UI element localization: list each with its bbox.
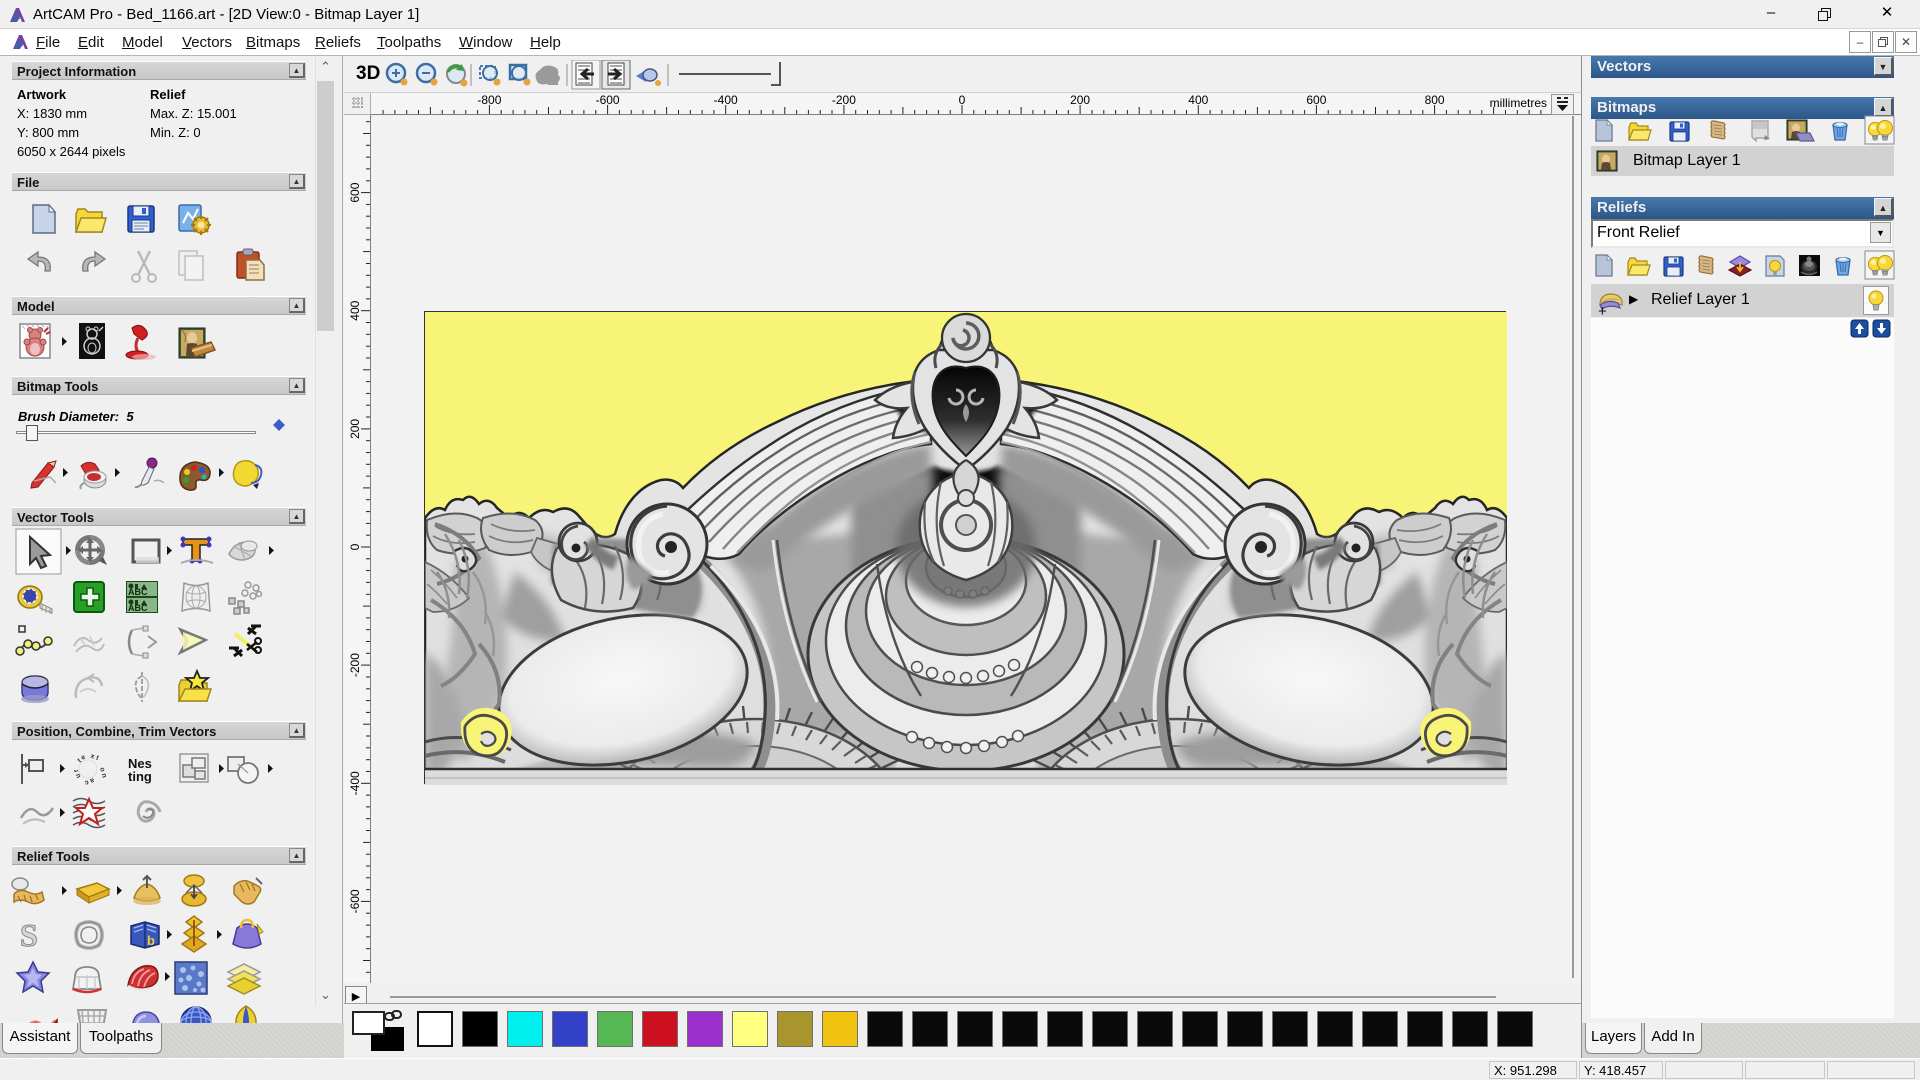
svg-text:+: + [1598,303,1607,320]
svg-text:200: 200 [1070,93,1090,107]
svg-text:600: 600 [1306,93,1326,107]
svg-text:0: 0 [959,93,966,107]
svg-text:200: 200 [348,419,362,439]
svg-text:400: 400 [348,300,362,320]
svg-text:-600: -600 [348,889,362,913]
svg-text:-600: -600 [596,93,620,107]
svg-text:400: 400 [1188,93,1208,107]
svg-text:millimetres: millimetres [1490,96,1547,110]
svg-text:600: 600 [348,182,362,202]
svg-text:800: 800 [1425,93,1445,107]
svg-text:0: 0 [348,543,362,550]
svg-text:-400: -400 [348,771,362,795]
svg-text:-200: -200 [348,653,362,677]
svg-text:-400: -400 [714,93,738,107]
svg-text:-800: -800 [477,93,501,107]
svg-text:-200: -200 [832,93,856,107]
